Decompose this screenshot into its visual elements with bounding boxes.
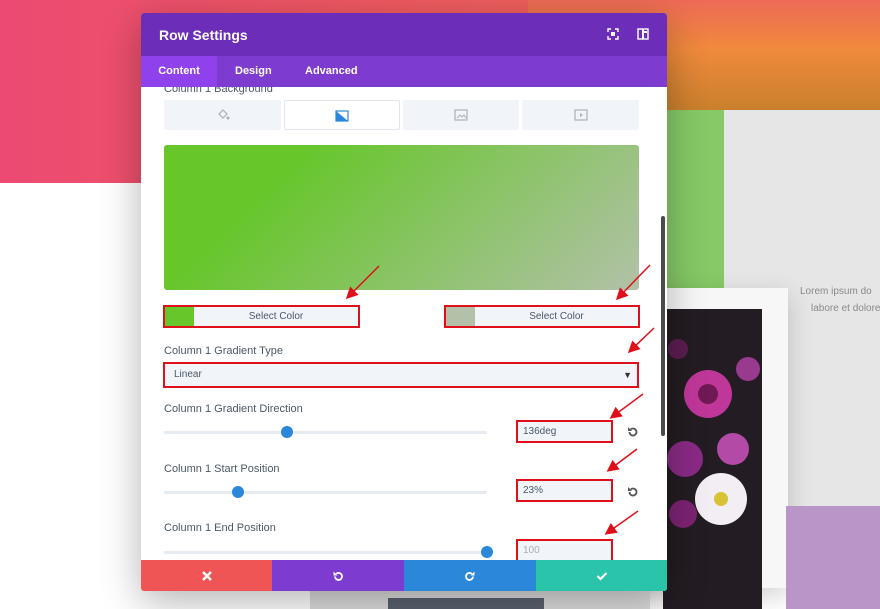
slider-track	[164, 491, 487, 494]
slider-handle[interactable]	[481, 546, 493, 558]
gradient-direction-input[interactable]: 136deg	[516, 420, 613, 443]
background-type-image[interactable]	[403, 100, 519, 130]
end-color-swatch	[446, 307, 475, 326]
modal-title: Row Settings	[159, 27, 248, 43]
end-position-input[interactable]: 100	[516, 539, 613, 560]
color-fill-icon	[217, 109, 229, 120]
end-position-label: Column 1 End Position	[164, 522, 276, 534]
select-color-label: Select Color	[248, 311, 304, 322]
slider-track	[164, 431, 487, 434]
redo-button[interactable]	[404, 560, 536, 591]
background-type-tabs	[164, 100, 639, 130]
lorem-text: Lorem ipsum do labore et dolore	[800, 283, 880, 317]
scrollbar[interactable]	[661, 216, 665, 436]
undo-icon	[333, 571, 343, 581]
lorem-line-2: labore et dolore	[811, 303, 880, 314]
background-type-video[interactable]	[522, 100, 639, 130]
background-type-color[interactable]	[164, 100, 281, 130]
settings-tabs: Content Design Advanced	[141, 56, 667, 87]
modal-footer	[141, 560, 667, 591]
expand-icon[interactable]	[607, 28, 619, 40]
tab-design[interactable]: Design	[235, 56, 272, 87]
end-position-slider[interactable]	[164, 546, 493, 558]
split-view-icon[interactable]	[637, 28, 649, 40]
slider-track	[164, 551, 487, 554]
background-section-label: Column 1 Background	[164, 87, 273, 95]
row-settings-modal: Row Settings Content Design Advanced Col…	[141, 13, 667, 591]
start-position-slider[interactable]	[164, 486, 487, 498]
gradient-start-color-button[interactable]: Select Color	[163, 305, 360, 328]
close-icon	[201, 570, 212, 581]
gradient-end-color-button[interactable]: Select Color	[444, 305, 640, 328]
gradient-direction-label: Column 1 Gradient Direction	[164, 403, 303, 415]
gradient-direction-slider[interactable]	[164, 426, 487, 438]
start-position-label: Column 1 Start Position	[164, 463, 280, 475]
gradient-type-select[interactable]: Linear ▼	[163, 362, 639, 388]
reset-icon[interactable]	[626, 425, 640, 439]
purple-block	[786, 506, 880, 609]
redo-icon	[465, 571, 475, 581]
gradient-type-label: Column 1 Gradient Type	[164, 345, 284, 357]
gradient-type-value: Linear	[174, 369, 202, 380]
chevron-down-icon: ▼	[623, 370, 632, 380]
image-icon	[454, 109, 468, 121]
gradient-icon	[335, 110, 349, 122]
video-icon	[573, 109, 588, 121]
flower-photo	[663, 309, 762, 609]
gradient-preview	[164, 145, 639, 290]
background-type-gradient[interactable]	[284, 100, 400, 130]
flower-illustration	[663, 309, 762, 609]
start-position-input[interactable]: 23%	[516, 479, 613, 502]
start-color-swatch	[165, 307, 194, 326]
tab-advanced[interactable]: Advanced	[305, 56, 358, 87]
modal-header: Row Settings	[141, 13, 667, 56]
check-icon	[596, 571, 607, 581]
bottom-image	[388, 598, 544, 609]
settings-body[interactable]: Column 1 Background Select Color Select …	[141, 87, 667, 560]
slider-handle[interactable]	[232, 486, 244, 498]
tab-content[interactable]: Content	[141, 56, 217, 87]
cancel-button[interactable]	[141, 560, 272, 591]
lorem-line-1: Lorem ipsum do	[800, 286, 872, 297]
undo-button[interactable]	[272, 560, 404, 591]
select-color-label: Select Color	[529, 311, 584, 322]
save-button[interactable]	[536, 560, 667, 591]
slider-handle[interactable]	[281, 426, 293, 438]
reset-icon[interactable]	[626, 485, 640, 499]
